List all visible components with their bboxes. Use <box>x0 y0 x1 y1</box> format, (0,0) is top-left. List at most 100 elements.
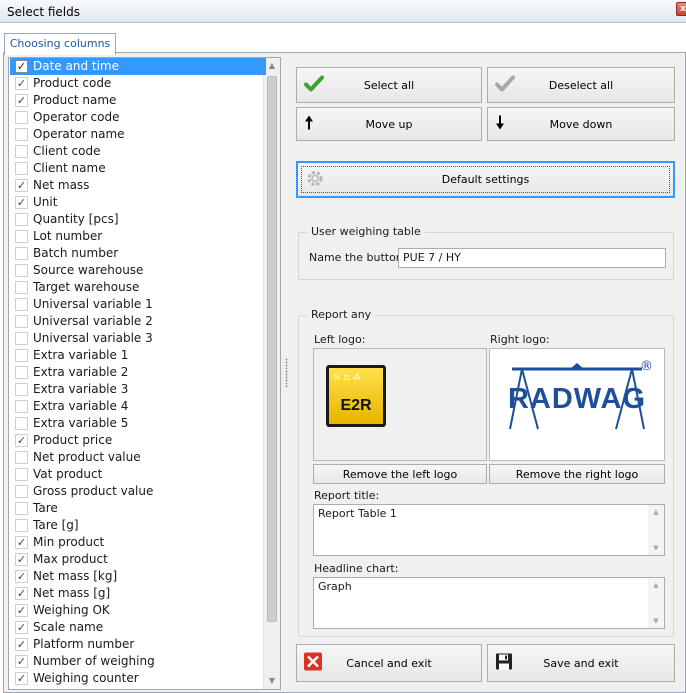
cancel-exit-button[interactable]: Cancel and exit <box>296 644 482 682</box>
checkbox-unchecked[interactable] <box>15 230 28 243</box>
field-list-item[interactable]: Extra variable 3 <box>10 381 266 398</box>
checkbox-unchecked[interactable] <box>15 281 28 294</box>
field-list-item[interactable]: ✓ Net mass [kg] <box>10 568 266 585</box>
field-list-item[interactable]: Tare [g] <box>10 517 266 534</box>
splitter-handle[interactable] <box>285 358 288 388</box>
remove-left-logo-label: Remove the left logo <box>342 467 458 481</box>
field-list-item[interactable]: Tare <box>10 500 266 517</box>
tab-content: ▲ ▼ ✓ Date and time ✓ Product code ✓ Product … <box>3 52 686 693</box>
field-list-item[interactable]: Operator name <box>10 126 266 143</box>
field-list-item[interactable]: Extra variable 2 <box>10 364 266 381</box>
field-list-item[interactable]: Client code <box>10 143 266 160</box>
move-down-button[interactable]: Move down <box>487 107 675 141</box>
field-list-item[interactable]: Universal variable 1 <box>10 296 266 313</box>
field-list-item[interactable]: ✓ Min product <box>10 534 266 551</box>
field-list-item[interactable]: ✓ Platform number <box>10 636 266 653</box>
checkbox-checked[interactable]: ✓ <box>15 672 28 685</box>
checkbox-checked[interactable]: ✓ <box>15 536 28 549</box>
field-list-item[interactable]: Batch number <box>10 245 266 262</box>
report-title-field[interactable]: Report Table 1 ▲ ▼ <box>313 504 665 556</box>
remove-right-logo-button[interactable]: Remove the right logo <box>489 464 665 484</box>
tab-choosing-columns[interactable]: Choosing columns <box>4 33 116 55</box>
scroll-up-arrow-icon[interactable]: ▲ <box>264 58 280 74</box>
field-list-item[interactable]: Client name <box>10 160 266 177</box>
headline-chart-field[interactable]: Graph ▲ ▼ <box>313 577 665 629</box>
checkbox-checked[interactable]: ✓ <box>15 553 28 566</box>
field-list-item[interactable]: ✓ Date and time <box>10 58 266 75</box>
checkbox-unchecked[interactable] <box>15 111 28 124</box>
button-name-field[interactable]: PUE 7 / HY <box>398 248 666 268</box>
field-list-item[interactable]: ✓ Net mass [g] <box>10 585 266 602</box>
default-settings-button[interactable]: Default settings <box>296 161 675 198</box>
checkbox-unchecked[interactable] <box>15 468 28 481</box>
field-list-item[interactable]: ✓ Unit <box>10 194 266 211</box>
checkbox-unchecked[interactable] <box>15 332 28 345</box>
field-list-item[interactable]: ✓ Scale name <box>10 619 266 636</box>
checkbox-checked[interactable]: ✓ <box>15 638 28 651</box>
move-up-button[interactable]: Move up <box>296 107 482 141</box>
field-list-item[interactable]: ✓ Product name <box>10 92 266 109</box>
field-list-item[interactable]: Universal variable 3 <box>10 330 266 347</box>
field-list-item[interactable]: Gross product value <box>10 483 266 500</box>
headline-chart-scrollbar[interactable]: ▲ ▼ <box>648 578 664 628</box>
checkbox-checked[interactable]: ✓ <box>15 179 28 192</box>
checkbox-checked[interactable]: ✓ <box>15 655 28 668</box>
close-button[interactable]: x <box>676 2 686 16</box>
checkbox-unchecked[interactable] <box>15 400 28 413</box>
right-logo-box[interactable]: RADWAG ® <box>489 348 665 461</box>
field-list-item[interactable]: ✓ Net mass <box>10 177 266 194</box>
checkbox-checked[interactable]: ✓ <box>15 570 28 583</box>
checkbox-unchecked[interactable] <box>15 349 28 362</box>
checkbox-unchecked[interactable] <box>15 383 28 396</box>
field-list-item[interactable]: Target warehouse <box>10 279 266 296</box>
field-list-item[interactable]: ✓ Number of weighing <box>10 653 266 670</box>
field-list-item[interactable]: Universal variable 2 <box>10 313 266 330</box>
report-title-scrollbar[interactable]: ▲ ▼ <box>648 505 664 555</box>
field-list-item[interactable]: Net product value <box>10 449 266 466</box>
field-list-item[interactable]: Lot number <box>10 228 266 245</box>
field-list-item[interactable]: ✓ Weighing counter <box>10 670 266 687</box>
checkbox-unchecked[interactable] <box>15 213 28 226</box>
registered-mark-icon: ® <box>640 359 653 374</box>
checkbox-checked[interactable]: ✓ <box>15 587 28 600</box>
field-list-item[interactable]: Extra variable 5 <box>10 415 266 432</box>
checkbox-checked[interactable]: ✓ <box>15 60 28 73</box>
checkbox-checked[interactable]: ✓ <box>15 604 28 617</box>
checkbox-unchecked[interactable] <box>15 128 28 141</box>
checkbox-unchecked[interactable] <box>15 247 28 260</box>
field-list-item[interactable]: Extra variable 4 <box>10 398 266 415</box>
scroll-down-arrow-icon[interactable]: ▼ <box>264 673 280 689</box>
checkbox-unchecked[interactable] <box>15 145 28 158</box>
field-list-item[interactable]: Vat product <box>10 466 266 483</box>
deselect-all-button[interactable]: Deselect all <box>487 67 675 103</box>
save-exit-button[interactable]: Save and exit <box>487 644 675 682</box>
checkbox-unchecked[interactable] <box>15 519 28 532</box>
checkbox-checked[interactable]: ✓ <box>15 434 28 447</box>
scroll-thumb[interactable] <box>267 76 277 622</box>
checkbox-unchecked[interactable] <box>15 451 28 464</box>
field-list-item[interactable]: Extra variable 1 <box>10 347 266 364</box>
field-list-item[interactable]: ✓ Product price <box>10 432 266 449</box>
field-list-item[interactable]: Quantity [pcs] <box>10 211 266 228</box>
field-list-item[interactable]: Source warehouse <box>10 262 266 279</box>
field-list-item[interactable]: ✓ Weighing OK <box>10 602 266 619</box>
field-list-item[interactable]: ✓ Max product <box>10 551 266 568</box>
select-all-button[interactable]: Select all <box>296 67 482 103</box>
remove-left-logo-button[interactable]: Remove the left logo <box>313 464 487 484</box>
checkbox-unchecked[interactable] <box>15 315 28 328</box>
checkbox-unchecked[interactable] <box>15 264 28 277</box>
checkbox-unchecked[interactable] <box>15 162 28 175</box>
checkbox-checked[interactable]: ✓ <box>15 94 28 107</box>
checkbox-unchecked[interactable] <box>15 298 28 311</box>
checkbox-checked[interactable]: ✓ <box>15 196 28 209</box>
e2r-text: E2R <box>340 397 372 414</box>
checkbox-checked[interactable]: ✓ <box>15 77 28 90</box>
left-logo-box[interactable]: % ⚖ ⁂ E2R <box>313 348 487 461</box>
field-list-item[interactable]: ✓ Product code <box>10 75 266 92</box>
field-list-item[interactable]: Operator code <box>10 109 266 126</box>
checkbox-unchecked[interactable] <box>15 485 28 498</box>
checkbox-unchecked[interactable] <box>15 417 28 430</box>
checkbox-unchecked[interactable] <box>15 366 28 379</box>
checkbox-unchecked[interactable] <box>15 502 28 515</box>
checkbox-checked[interactable]: ✓ <box>15 621 28 634</box>
